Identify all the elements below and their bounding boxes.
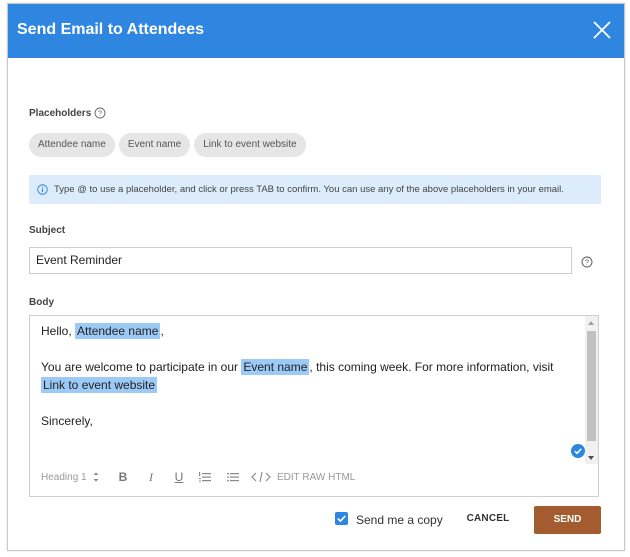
greeting-line: Hello, Attendee name, <box>41 323 164 339</box>
bold-button[interactable]: B <box>109 467 137 487</box>
editor-scrollbar[interactable] <box>585 316 598 464</box>
chip-attendee-name[interactable]: Attendee name <box>29 133 115 157</box>
send-copy-checkbox[interactable] <box>335 512 348 525</box>
italic-button[interactable]: I <box>137 467 165 487</box>
grammar-check-icon[interactable] <box>571 444 585 458</box>
body-editor[interactable]: Hello, Attendee name, You are welcome to… <box>29 315 599 497</box>
underline-button[interactable]: U <box>165 467 193 487</box>
svg-text:?: ? <box>98 109 102 118</box>
placeholder-token-attendee-name[interactable]: Attendee name <box>75 323 161 339</box>
send-button[interactable]: SEND <box>534 506 601 534</box>
heading-select[interactable]: Heading 1 <box>41 467 91 487</box>
dialog-title: Send Email to Attendees <box>17 21 204 38</box>
dialog-header: Send Email to Attendees <box>8 4 624 58</box>
subject-label: Subject <box>29 225 66 236</box>
body-label: Body <box>29 297 54 308</box>
edit-raw-html-button[interactable]: EDIT RAW HTML <box>273 467 355 487</box>
placeholder-chips: Attendee name Event name Link to event w… <box>29 133 306 157</box>
editor-content[interactable]: Hello, Attendee name, You are welcome to… <box>41 322 576 448</box>
placeholders-help-icon[interactable]: ? <box>94 107 106 119</box>
checkmark-icon <box>337 515 346 523</box>
send-copy-label[interactable]: Send me a copy <box>356 513 443 527</box>
scroll-thumb[interactable] <box>587 331 596 441</box>
scroll-down-arrow[interactable] <box>588 456 594 460</box>
closing-line: Sincerely, <box>41 414 93 428</box>
scroll-up-arrow[interactable] <box>588 321 594 325</box>
heading-select-arrows-icon[interactable] <box>91 467 101 487</box>
placeholder-token-event-name[interactable]: Event name <box>241 359 310 375</box>
placeholders-label: Placeholders <box>29 108 92 119</box>
info-icon <box>37 184 48 195</box>
invitation-line: You are welcome to participate in our Ev… <box>41 359 554 393</box>
editor-toolbar: Heading 1 B I U EDIT RAW HTML <box>41 466 355 488</box>
subject-help-icon[interactable]: ? <box>581 256 593 268</box>
chip-event-name[interactable]: Event name <box>118 133 191 157</box>
svg-text:?: ? <box>585 258 589 267</box>
info-text: Type @ to use a placeholder, and click o… <box>54 184 564 195</box>
send-email-dialog: Send Email to Attendees Placeholders ? A… <box>7 3 625 551</box>
ordered-list-icon[interactable] <box>193 467 221 487</box>
info-bar: Type @ to use a placeholder, and click o… <box>29 175 601 204</box>
chip-event-website[interactable]: Link to event website <box>194 133 306 157</box>
placeholder-token-event-website[interactable]: Link to event website <box>41 377 158 393</box>
subject-input[interactable]: Event Reminder <box>29 247 572 274</box>
code-icon[interactable] <box>249 467 273 487</box>
bullet-list-icon[interactable] <box>221 467 249 487</box>
close-icon[interactable] <box>590 18 614 42</box>
cancel-button[interactable]: CANCEL <box>455 506 521 532</box>
